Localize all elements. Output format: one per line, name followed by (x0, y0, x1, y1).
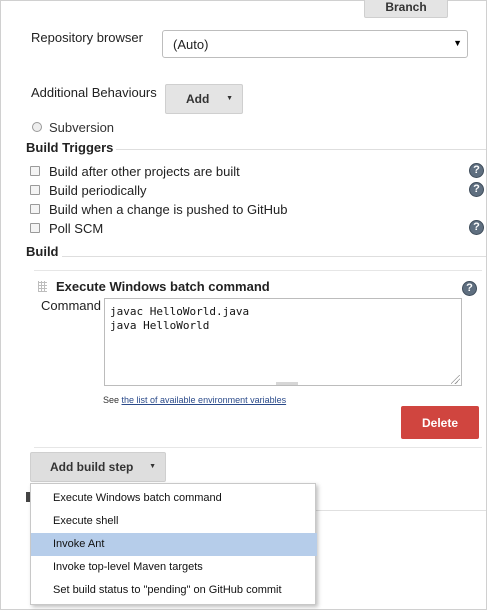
textarea-scroll-thumb[interactable] (276, 382, 298, 385)
menu-item-invoke-ant[interactable]: Invoke Ant (31, 533, 317, 556)
repository-browser-label: Repository browser (31, 30, 143, 45)
additional-behaviours-label: Additional Behaviours (31, 85, 157, 100)
delete-button-label: Delete (421, 415, 459, 430)
trigger-label: Build periodically (49, 183, 147, 198)
chevron-down-icon: ▼ (453, 38, 462, 48)
subversion-radio[interactable] (32, 122, 42, 132)
build-step-dropdown-menu: Execute Windows batch command Execute sh… (30, 483, 317, 605)
build-triggers-title: Build Triggers (26, 140, 114, 155)
add-build-step-label: Add build step (50, 460, 134, 474)
menu-item-invoke-maven[interactable]: Invoke top-level Maven targets (31, 556, 317, 579)
repository-browser-value: (Auto) (173, 37, 209, 52)
trigger-label: Build when a change is pushed to GitHub (49, 202, 288, 217)
command-textarea[interactable]: javac HelloWorld.java java HelloWorld (104, 298, 462, 386)
help-icon[interactable]: ? (469, 163, 484, 178)
help-icon[interactable]: ? (462, 281, 477, 296)
help-icon[interactable]: ? (469, 220, 484, 235)
trigger-checkbox[interactable] (30, 185, 40, 195)
add-behaviour-button-label: Add (186, 92, 210, 106)
chevron-down-icon: ▼ (226, 95, 233, 102)
chevron-down-icon: ▼ (149, 463, 156, 470)
repository-browser-select[interactable]: (Auto) ▼ (162, 30, 468, 58)
help-icon[interactable]: ? (469, 182, 484, 197)
env-vars-link[interactable]: the list of available environment variab… (122, 395, 287, 405)
command-label: Command (41, 298, 101, 313)
trigger-checkbox[interactable] (30, 223, 40, 233)
build-title: Build (26, 244, 59, 259)
build-step-title: Execute Windows batch command (56, 279, 270, 294)
drag-handle-icon[interactable] (38, 281, 47, 292)
menu-item-execute-shell[interactable]: Execute shell (31, 510, 317, 533)
command-text: javac HelloWorld.java java HelloWorld (110, 305, 250, 332)
branch-button-label: Branch (385, 0, 427, 14)
add-behaviour-button[interactable]: Add ▼ (165, 84, 243, 114)
add-build-step-button[interactable]: Add build step ▼ (30, 452, 166, 482)
menu-item-execute-windows-batch[interactable]: Execute Windows batch command (31, 487, 317, 510)
resize-grip-icon[interactable] (451, 375, 460, 384)
env-vars-prefix: See (103, 395, 122, 405)
underlying-divider (313, 510, 486, 511)
build-triggers-divider (116, 149, 486, 150)
build-divider (62, 256, 486, 257)
delete-button[interactable]: Delete (401, 406, 479, 439)
menu-item-github-pending-status[interactable]: Set build status to "pending" on GitHub … (31, 579, 317, 602)
branch-button[interactable]: Branch (364, 0, 448, 18)
trigger-checkbox[interactable] (30, 166, 40, 176)
trigger-label: Build after other projects are built (49, 164, 240, 179)
trigger-checkbox[interactable] (30, 204, 40, 214)
subversion-label: Subversion (49, 120, 115, 135)
trigger-label: Poll SCM (49, 221, 104, 236)
env-vars-help: See the list of available environment va… (103, 395, 286, 405)
